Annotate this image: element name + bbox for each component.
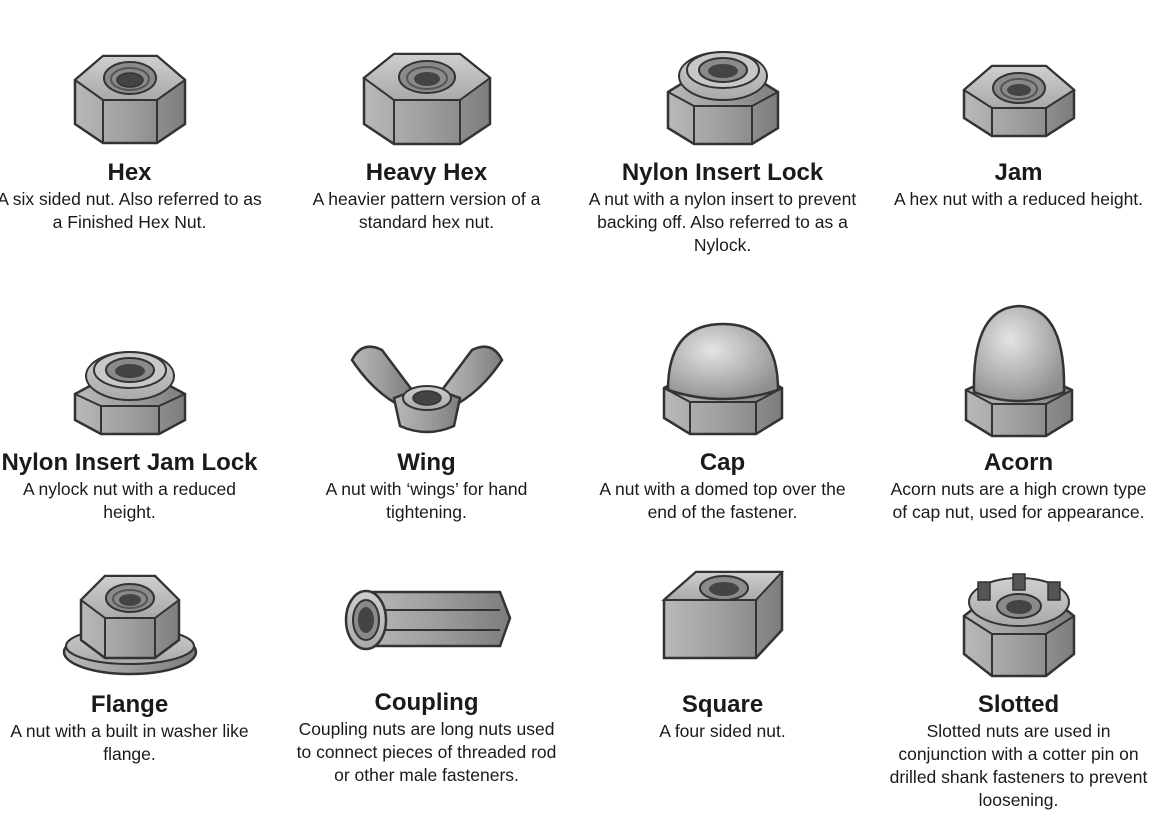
square-nut-icon — [638, 560, 808, 685]
nut-card-hex: Hex A six sided nut. Also referred to as… — [0, 28, 275, 234]
nut-name: Jam — [994, 159, 1043, 186]
nut-name: Heavy Hex — [365, 159, 488, 186]
nylon-insert-lock-nut-icon — [638, 28, 808, 153]
nut-description: A nut with a built in washer like flange… — [10, 721, 249, 764]
nut-card-acorn: Acorn Acorn nuts are a high crown type o… — [873, 304, 1164, 524]
nut-card-nylon-insert-jam-lock: Nylon Insert Jam Lock A nylock nut with … — [0, 318, 275, 524]
nut-card-cap: Cap A nut with a domed top over the end … — [577, 318, 868, 524]
nut-card-jam: Jam A hex nut with a reduced height. — [873, 28, 1164, 211]
nut-name: Hex — [107, 159, 152, 186]
nut-name: Flange — [90, 691, 169, 718]
nut-name: Nylon Insert Jam Lock — [1, 449, 258, 476]
jam-nut-icon — [934, 28, 1104, 153]
slotted-nut-icon — [934, 560, 1104, 685]
nut-name: Wing — [397, 449, 456, 476]
nut-card-wing: Wing A nut with ‘wings’ for hand tighten… — [281, 318, 572, 524]
nut-card-heavy-hex: Heavy Hex A heavier pattern version of a… — [281, 28, 572, 234]
nut-name: Slotted — [977, 691, 1060, 718]
nut-name: Square — [681, 691, 764, 718]
nut-card-nylon-insert-lock: Nylon Insert Lock A nut with a nylon ins… — [577, 28, 868, 257]
nut-card-square: Square A four sided nut. — [577, 560, 868, 743]
nut-description: A nut with a domed top over the end of t… — [599, 479, 846, 522]
hex-nut-icon — [45, 28, 215, 153]
flange-nut-icon — [45, 560, 215, 685]
nut-name: Nylon Insert Lock — [621, 159, 824, 186]
nut-description: A nut with a nylon insert to prevent bac… — [588, 189, 857, 255]
wing-nut-icon — [342, 318, 512, 443]
nut-description: Coupling nuts are long nuts used to conn… — [296, 719, 557, 785]
nut-card-flange: Flange A nut with a built in washer like… — [0, 560, 275, 766]
nut-description: A heavier pattern version of a standard … — [312, 189, 541, 232]
nylon-insert-jam-lock-nut-icon — [45, 318, 215, 443]
nut-description: A hex nut with a reduced height. — [893, 189, 1144, 209]
cap-nut-icon — [638, 318, 808, 443]
nut-description: A four sided nut. — [659, 721, 786, 741]
nut-card-coupling: Coupling Coupling nuts are long nuts use… — [281, 558, 572, 787]
nut-description: A six sided nut. Also referred to as a F… — [0, 189, 262, 232]
nut-name: Cap — [699, 449, 746, 476]
nut-card-slotted: Slotted Slotted nuts are used in conjunc… — [873, 560, 1164, 812]
acorn-nut-icon — [934, 304, 1104, 443]
nut-description: A nut with ‘wings’ for hand tightening. — [325, 479, 528, 522]
heavy-hex-nut-icon — [342, 28, 512, 153]
coupling-nut-icon — [342, 558, 512, 683]
nut-name: Acorn — [983, 449, 1054, 476]
nut-description: A nylock nut with a reduced height. — [22, 479, 237, 522]
nut-description: Slotted nuts are used in conjunction wit… — [889, 721, 1148, 810]
nut-name: Coupling — [374, 689, 479, 716]
nut-description: Acorn nuts are a high crown type of cap … — [890, 479, 1147, 522]
